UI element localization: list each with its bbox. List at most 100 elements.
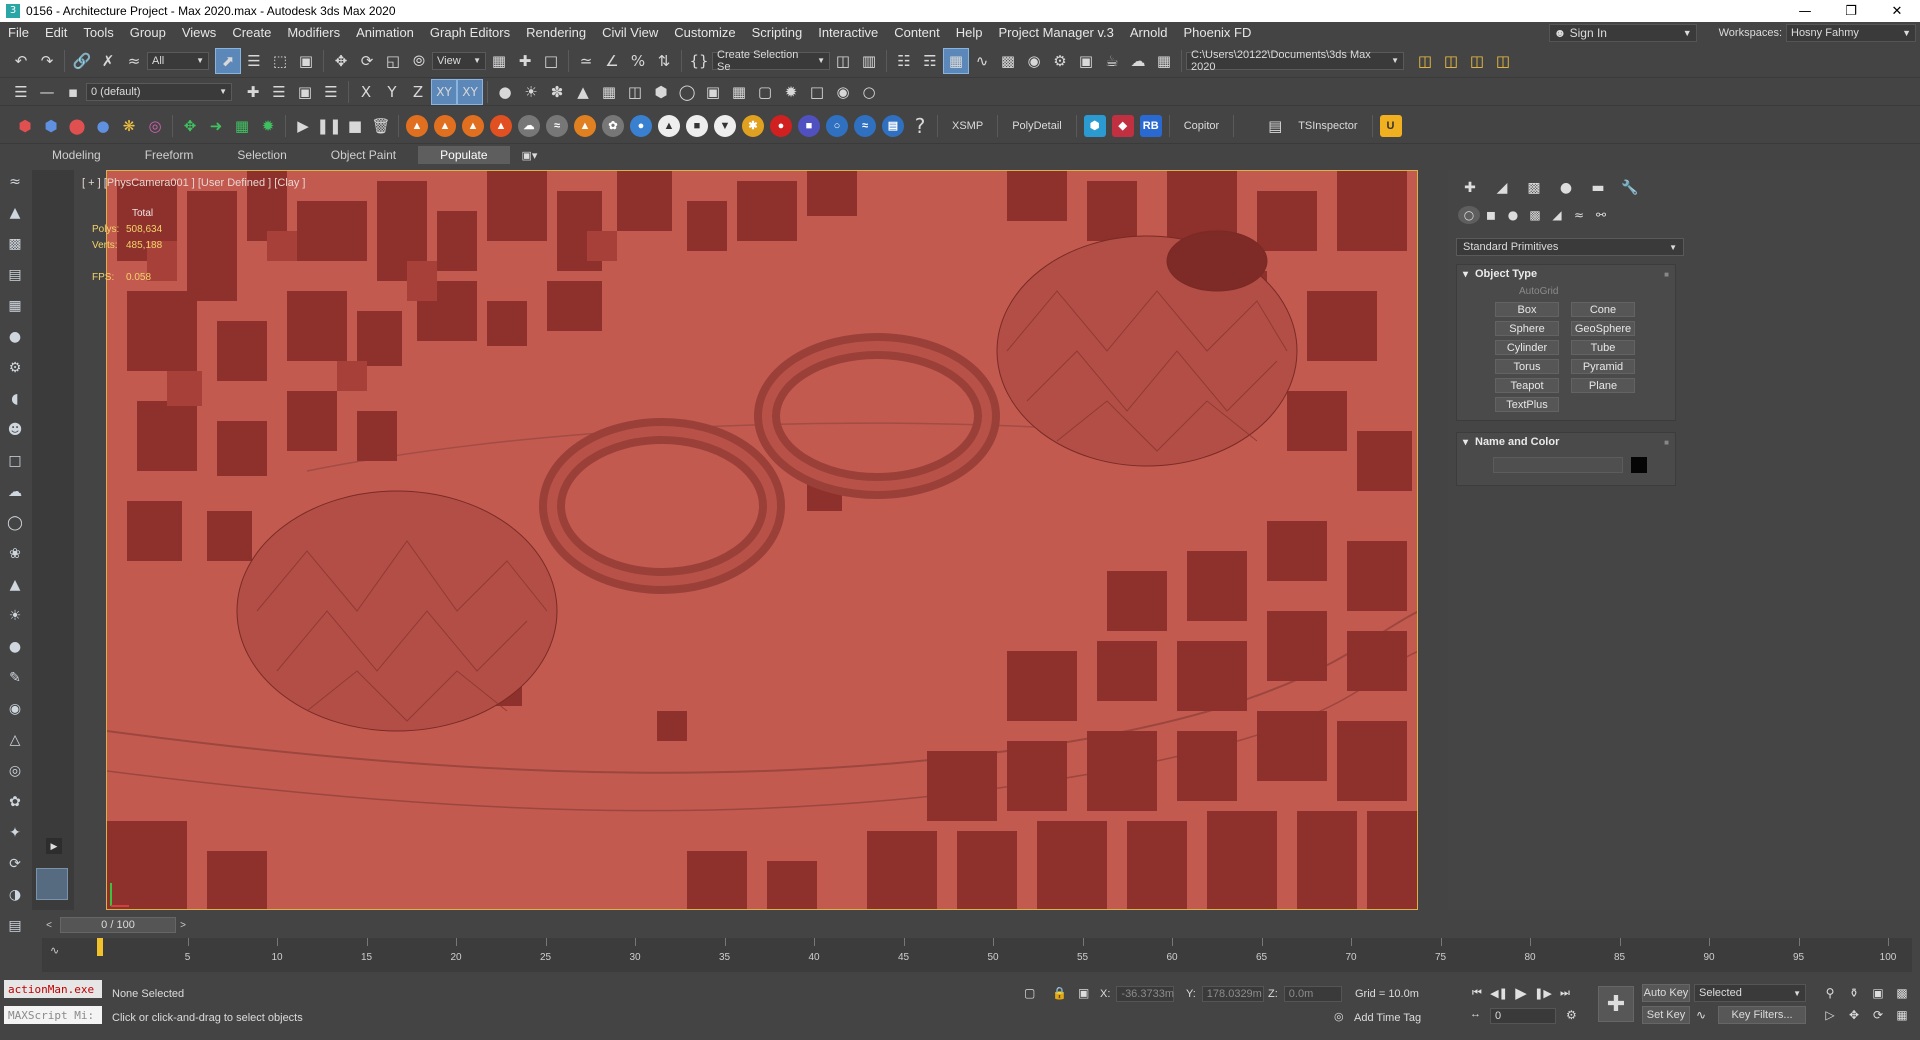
bowl-icon[interactable]: ▼ — [714, 114, 736, 137]
category-dropdown[interactable]: Standard Primitives ▼ — [1456, 238, 1684, 256]
scene-explorer-icon[interactable]: ☷ — [891, 48, 917, 74]
tab-selection[interactable]: Selection — [215, 146, 308, 164]
drop-blue-icon[interactable]: ● — [90, 113, 116, 139]
menu-create[interactable]: Create — [224, 22, 279, 44]
tools-icon[interactable]: ⚙ — [2, 355, 28, 381]
plugin-gem-icon[interactable]: ◆ — [1111, 114, 1134, 137]
key-mode-dropdown[interactable]: Selected ▼ — [1694, 984, 1806, 1002]
y-coordinate-field[interactable]: 178.0329m — [1201, 986, 1264, 1002]
render-in-cloud-icon[interactable]: ☁ — [1125, 48, 1151, 74]
flame-icon[interactable]: ▲ — [574, 114, 596, 137]
axis-z-button[interactable]: Z — [405, 79, 431, 105]
select-object-icon[interactable]: ⬈ — [215, 47, 241, 74]
play-icon[interactable]: ▶ — [1510, 984, 1532, 1002]
menu-graph-editors[interactable]: Graph Editors — [422, 22, 518, 44]
axis-xy-cycle-button[interactable]: XY — [457, 78, 483, 105]
select-by-name-icon[interactable]: ☰ — [241, 48, 267, 74]
ocean-icon[interactable]: ≈ — [854, 114, 876, 137]
redo-icon[interactable]: ↷ — [34, 48, 60, 74]
restore-icon[interactable]: ❐ — [1828, 0, 1874, 22]
cloud-icon[interactable]: ☁ — [2, 479, 28, 505]
workspaces-dropdown[interactable]: Hosny Fahmy ▼ — [1786, 24, 1916, 42]
copitor-button[interactable]: Copitor — [1174, 120, 1229, 132]
smoke-icon[interactable]: ☁ — [518, 114, 540, 137]
layer-explorer-icon[interactable]: ☶ — [917, 48, 943, 74]
next-frame-arrow-icon[interactable]: > — [176, 920, 190, 931]
minimize-icon[interactable]: — — [1782, 0, 1828, 22]
set-key-button[interactable]: Set Key — [1642, 1006, 1690, 1024]
menu-project-manager[interactable]: Project Manager v.3 — [991, 22, 1122, 44]
zoom-extents-all-icon[interactable]: ▩ — [1890, 984, 1914, 1002]
atom-yellow-icon[interactable]: ❋ — [116, 113, 142, 139]
sphere-button[interactable]: Sphere — [1495, 321, 1559, 336]
tsinspector-button[interactable]: TSInspector — [1288, 120, 1367, 132]
ball-icon[interactable]: ● — [2, 634, 28, 660]
menu-arnold[interactable]: Arnold — [1122, 22, 1176, 44]
rendered-frame-window-icon[interactable]: ▣ — [1073, 48, 1099, 74]
tab-modeling[interactable]: Modeling — [30, 146, 123, 164]
camera-viewport[interactable] — [106, 170, 1418, 910]
menu-content[interactable]: Content — [886, 22, 948, 44]
named-selection-dropdown[interactable]: Create Selection Se ▼ — [712, 49, 830, 73]
fire-3-icon[interactable]: ▲ — [462, 114, 484, 137]
plant-icon[interactable]: ✿ — [2, 789, 28, 815]
network-icon[interactable]: △ — [2, 727, 28, 753]
bulb-icon[interactable]: ○ — [856, 79, 882, 105]
wind-icon[interactable]: ≈ — [546, 114, 568, 137]
menu-edit[interactable]: Edit — [37, 22, 75, 44]
table-icon[interactable]: ▦ — [2, 293, 28, 319]
create-tab-icon[interactable]: ✚ — [1454, 178, 1486, 198]
ring-blue-icon[interactable]: ○ — [826, 114, 848, 137]
zoom-extents-icon[interactable]: ▣ — [1866, 984, 1890, 1002]
zoom-icon[interactable]: ⚲ — [1818, 984, 1842, 1002]
polydetail-button[interactable]: PolyDetail — [1002, 120, 1072, 132]
sun-icon[interactable]: ☀ — [2, 603, 28, 629]
viewport-label[interactable]: [ + ] [PhysCamera001 ] [User Defined ] [… — [82, 177, 305, 189]
pool-icon[interactable]: ▤ — [882, 114, 904, 137]
zoom-all-icon[interactable]: ⚱ — [1842, 984, 1866, 1002]
cluster-icon[interactable]: ✹ — [778, 79, 804, 105]
place-icon[interactable]: ⦾ — [406, 48, 432, 74]
auto-key-button[interactable]: Auto Key — [1642, 984, 1690, 1002]
layer-manager-icon[interactable]: ☰ — [8, 79, 34, 105]
schematic-view-icon[interactable]: ▩ — [995, 48, 1021, 74]
help-icon[interactable]: ? — [907, 113, 933, 139]
cylinder-button[interactable]: Cylinder — [1495, 340, 1559, 355]
spinner-snap-icon[interactable]: ⇅ — [651, 48, 677, 74]
modify-tab-icon[interactable]: ◢ — [1486, 178, 1518, 198]
window-crossing-icon[interactable]: ▣ — [293, 48, 319, 74]
rotate-icon[interactable]: ⟳ — [354, 48, 380, 74]
axis-xy-button[interactable]: XY — [431, 78, 457, 105]
hill-icon[interactable]: ▲ — [2, 200, 28, 226]
set-key-icon[interactable]: ✚ — [1598, 986, 1634, 1022]
next-frame-icon[interactable]: ❚▶ — [1532, 984, 1554, 1002]
axis-y-button[interactable]: Y — [379, 79, 405, 105]
view-icon[interactable]: ▦ — [726, 79, 752, 105]
container-update-icon[interactable]: ◫ — [1464, 48, 1490, 74]
x-coordinate-field[interactable]: -36.3733m — [1116, 986, 1175, 1002]
tab-freeform[interactable]: Freeform — [123, 146, 216, 164]
menu-interactive[interactable]: Interactive — [810, 22, 886, 44]
add-selection-to-layer-icon[interactable]: ☰ — [266, 79, 292, 105]
material-editor-icon[interactable]: ◉ — [1021, 48, 1047, 74]
layer-freeze-icon[interactable]: ▪ — [60, 79, 86, 105]
current-frame-field[interactable]: 0 — [1490, 1008, 1556, 1024]
display-icon[interactable]: ▣ — [700, 79, 726, 105]
keyboard-shortcut-override-icon[interactable]: □ — [538, 48, 564, 74]
menu-file[interactable]: File — [0, 22, 37, 44]
pyramid-button[interactable]: Pyramid — [1571, 359, 1635, 374]
selection-filter-dropdown[interactable]: All ▼ — [147, 51, 209, 70]
render-shot-icon[interactable]: ▦ — [1151, 48, 1177, 74]
geometry-icon[interactable]: ○ — [1458, 206, 1480, 224]
maxscript-listener-output[interactable]: actionMan.exe — [4, 980, 102, 998]
cone-icon[interactable]: ▲ — [2, 572, 28, 598]
key-tangent-icon[interactable]: ∿ — [1696, 1008, 1706, 1022]
poly-icon[interactable]: ⬢ — [648, 79, 674, 105]
note-icon[interactable]: □ — [2, 448, 28, 474]
autogrid-checkbox[interactable]: AutoGrid — [1457, 283, 1675, 300]
systems-icon[interactable]: ⚯ — [1590, 206, 1612, 224]
cup-icon[interactable]: ■ — [686, 114, 708, 137]
edit-named-selection-icon[interactable]: {} — [686, 48, 712, 74]
rect-selection-region-icon[interactable]: ⬚ — [267, 48, 293, 74]
plugin-u-icon[interactable]: U — [1379, 114, 1402, 137]
